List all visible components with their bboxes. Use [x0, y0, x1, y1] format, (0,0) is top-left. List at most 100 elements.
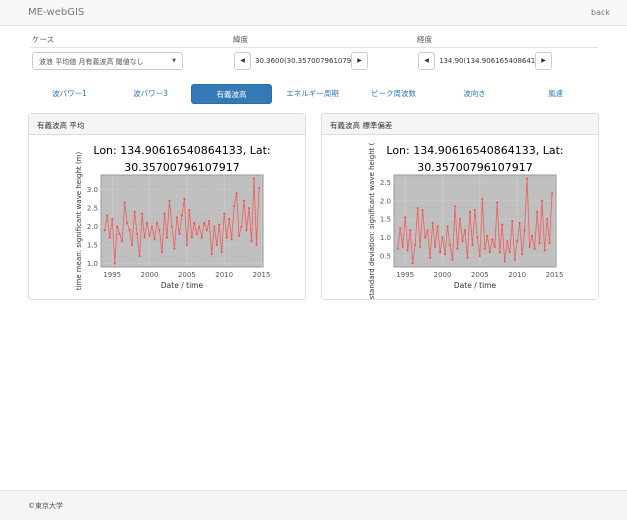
y-tick-label: 2.5 [380, 179, 391, 187]
data-point [158, 229, 161, 232]
footer: ©東京大学 [0, 490, 627, 520]
x-tick-label: 2015 [546, 271, 564, 279]
data-point [538, 242, 541, 245]
x-tick-label: 2005 [178, 271, 196, 279]
data-point [220, 251, 223, 254]
plot-area [100, 174, 264, 268]
data-point [451, 258, 454, 261]
x-tick-label: 1995 [396, 271, 414, 279]
data-point [240, 225, 243, 228]
chart-title: 30.35700796107917 [417, 161, 532, 174]
data-point [536, 210, 539, 213]
data-point [146, 221, 149, 224]
data-point [429, 256, 432, 259]
tab-peak-frequency[interactable]: ピーク周波数 [353, 84, 434, 104]
data-point [133, 210, 136, 213]
data-point [483, 247, 486, 250]
data-point [506, 240, 509, 243]
longitude-label: 経度 [417, 35, 432, 44]
data-point [399, 227, 402, 230]
data-point [518, 221, 521, 224]
data-point [486, 234, 489, 237]
data-point [466, 256, 469, 259]
app-title[interactable]: ME-webGIS [28, 7, 84, 18]
tab-wave-power-1[interactable]: 波パワー1 [29, 84, 110, 104]
data-point [528, 245, 531, 248]
y-axis-label: standard deviation: significant wave hei… [368, 142, 376, 299]
std-panel: 有義波高 標準偏差 Lon: 134.90616540864133, Lat: 3… [321, 113, 599, 300]
data-point [404, 216, 407, 219]
data-point [126, 221, 129, 224]
data-point [516, 240, 519, 243]
latitude-increase-button[interactable]: ▶ [351, 52, 368, 70]
data-point [446, 225, 449, 228]
data-point [471, 243, 474, 246]
data-point [250, 240, 253, 243]
y-tick-label: 3.0 [87, 186, 98, 194]
y-axis-label: time mean: significant wave height (m) [75, 152, 83, 291]
data-point [456, 247, 459, 250]
data-point [118, 232, 121, 235]
triangle-left-icon: ◀ [424, 57, 429, 64]
data-point [198, 225, 201, 228]
y-tick-label: 1.0 [87, 260, 98, 268]
data-point [496, 201, 499, 204]
data-point [533, 247, 536, 250]
data-point [476, 236, 479, 239]
chart-title: 30.35700796107917 [124, 161, 239, 174]
tab-wave-power-3[interactable]: 波パワー3 [110, 84, 191, 104]
data-point [523, 229, 526, 232]
case-select[interactable]: 波浪 平均値 月有義波高 閾値なし ▼ [32, 52, 183, 70]
x-axis-label: Date / time [454, 281, 497, 290]
tab-significant-wave-height[interactable]: 有義波高 [191, 84, 272, 104]
data-point [521, 253, 524, 256]
y-tick-label: 1.0 [380, 234, 391, 242]
data-point [409, 229, 412, 232]
data-point [138, 254, 141, 257]
y-tick-label: 2.0 [87, 223, 98, 231]
data-point [431, 221, 434, 224]
data-point [213, 225, 216, 228]
y-tick-label: 2.0 [380, 197, 391, 205]
data-point [401, 245, 404, 248]
data-point [541, 199, 544, 202]
triangle-right-icon: ▶ [541, 57, 546, 64]
data-point [434, 245, 437, 248]
tab-energy-period[interactable]: エネルギー周期 [272, 84, 353, 104]
data-point [153, 238, 156, 241]
longitude-decrease-button[interactable]: ◀ [418, 52, 435, 70]
data-point [411, 262, 414, 265]
data-point [123, 201, 126, 204]
data-point [180, 214, 183, 217]
data-point [108, 236, 111, 239]
data-point [513, 258, 516, 261]
longitude-increase-button[interactable]: ▶ [535, 52, 552, 70]
data-point [463, 229, 466, 232]
data-point [448, 243, 451, 246]
data-point [165, 236, 168, 239]
y-tick-label: 1.5 [87, 241, 98, 249]
x-tick-label: 1995 [103, 271, 121, 279]
latitude-decrease-button[interactable]: ◀ [234, 52, 251, 70]
tab-wind-speed[interactable]: 風速 [515, 84, 596, 104]
data-point [160, 251, 163, 254]
triangle-left-icon: ◀ [240, 57, 245, 64]
copyright: ©東京大学 [28, 502, 63, 510]
data-point [128, 229, 131, 232]
std-chart: Lon: 134.90616540864133, Lat: 30.35700796… [368, 142, 564, 299]
data-point [195, 232, 198, 235]
data-point [443, 253, 446, 256]
data-point [531, 234, 534, 237]
data-point [421, 208, 424, 211]
data-point [546, 218, 549, 221]
data-point [178, 232, 181, 235]
latitude-value: 30.3600(30.35700796107917) [255, 57, 363, 65]
data-point [235, 192, 238, 195]
data-point [183, 197, 186, 200]
data-point [175, 216, 178, 219]
data-point [111, 218, 114, 221]
data-point [188, 208, 191, 211]
back-link[interactable]: back [591, 8, 610, 17]
tab-wave-direction[interactable]: 波向き [434, 84, 515, 104]
x-tick-label: 2000 [434, 271, 452, 279]
